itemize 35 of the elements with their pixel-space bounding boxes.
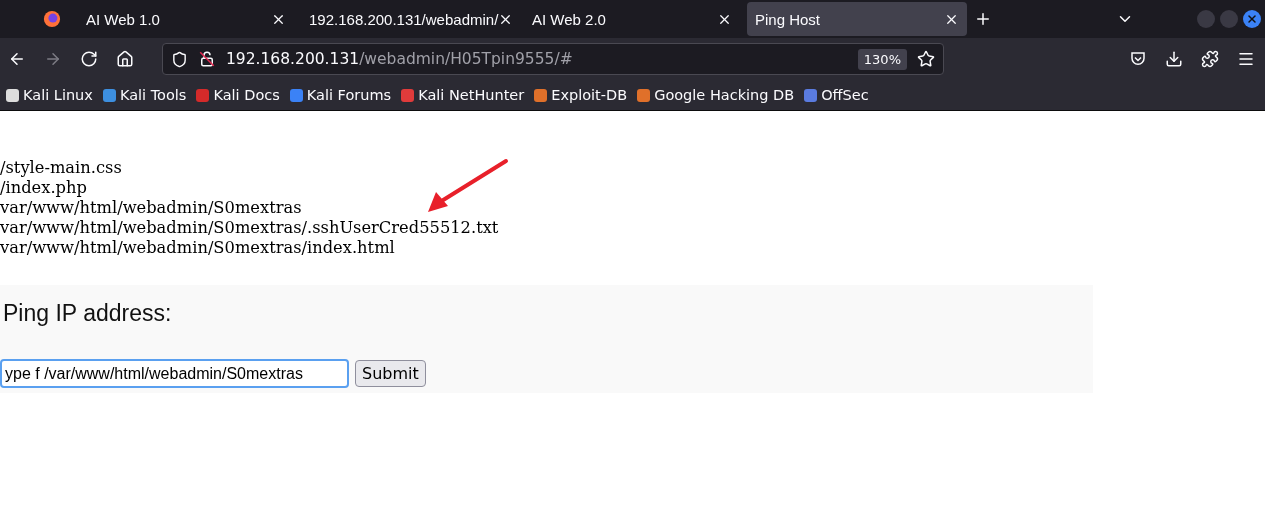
home-icon[interactable] (116, 50, 134, 68)
bookmark-link[interactable]: Exploit-DB (534, 87, 628, 103)
output-line: var/www/html/webadmin/S0mextras/index.html (0, 238, 395, 258)
pocket-icon[interactable] (1129, 50, 1147, 68)
browser-tab[interactable]: Ping Host (747, 2, 967, 36)
bookmark-link[interactable]: Kali NetHunter (401, 87, 525, 103)
lock-crossed-icon[interactable] (198, 50, 216, 68)
zoom-level[interactable]: 130% (857, 48, 907, 70)
plus-icon[interactable] (974, 10, 992, 28)
back-icon[interactable] (8, 50, 26, 68)
star-icon[interactable] (917, 50, 935, 68)
address-field[interactable]: 192.168.200.131/webadmin/H05Tpin9555/# 130% (162, 43, 944, 75)
bookmark-link[interactable]: Kali Tools (102, 87, 187, 103)
bookmark-link[interactable]: OffSec (804, 87, 869, 103)
download-icon[interactable] (1165, 50, 1183, 68)
output-line: var/www/html/webadmin/S0mextras/.sshUserCred55512.txt (0, 218, 499, 238)
output-line: /style-main.css (0, 158, 122, 178)
submit-button[interactable]: Submit (355, 360, 426, 387)
output-line: /index.php (0, 178, 87, 198)
browser-tab[interactable]: AI Web 1.0 (78, 2, 294, 36)
ip-input-field[interactable]: ype f /var/www/html/webadmin/S0mextras (0, 359, 349, 388)
menu-icon[interactable] (1237, 50, 1255, 68)
bookmark-link[interactable]: Google Hacking DB (637, 87, 795, 103)
puzzle-icon[interactable] (1201, 50, 1219, 68)
bookmark-link[interactable]: Kali Linux (6, 87, 93, 103)
url-text: 192.168.200.131/webadmin/H05Tpin9555/# (226, 50, 574, 68)
output-line: var/www/html/webadmin/S0mextras (0, 198, 302, 218)
browser-logo-icon (43, 10, 61, 28)
browser-tab[interactable]: AI Web 2.0 (524, 2, 740, 36)
browser-tab[interactable]: 192.168.200.131/webadmin/ (301, 2, 517, 36)
form-heading: Ping IP address: (3, 300, 172, 327)
shield-icon[interactable] (171, 50, 188, 68)
bookmark-link[interactable]: Kali Forums (289, 87, 392, 103)
reload-icon[interactable] (80, 50, 98, 68)
bookmark-link[interactable]: Kali Docs (196, 87, 280, 103)
